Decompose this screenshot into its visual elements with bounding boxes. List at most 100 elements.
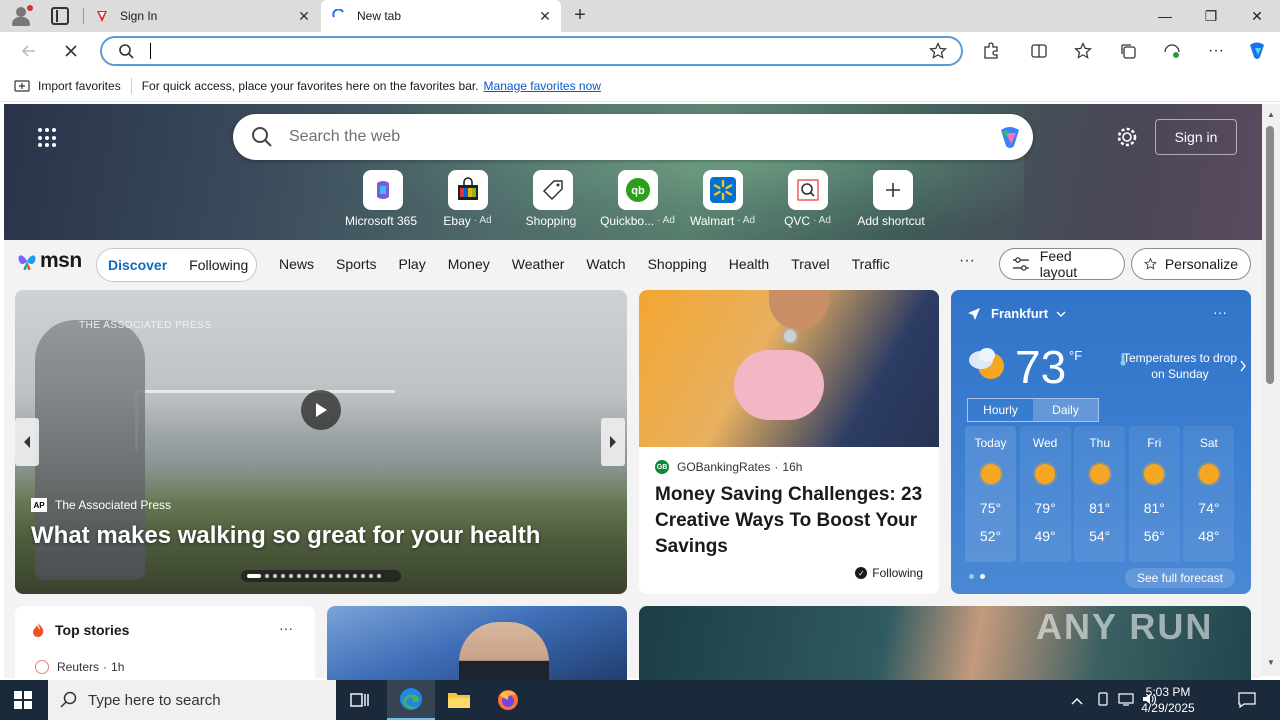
shortcut-shopping[interactable]: Shopping xyxy=(510,170,595,228)
firefox-icon[interactable] xyxy=(484,680,532,720)
nav-sports[interactable]: Sports xyxy=(336,256,376,272)
tab-sign-in[interactable]: Sign In ✕ xyxy=(84,0,320,32)
tray-device-icon[interactable] xyxy=(1096,692,1110,709)
money-story-card[interactable]: GB GOBankingRates · 16h Money Saving Cha… xyxy=(639,290,939,594)
windows-start-icon[interactable] xyxy=(14,691,32,709)
collections-icon[interactable] xyxy=(1117,40,1139,62)
shortcut-ebay[interactable]: Ebay · Ad xyxy=(425,170,510,228)
tray-chevron-up-icon[interactable] xyxy=(1071,692,1083,708)
tab-title: New tab xyxy=(357,9,402,23)
search-icon xyxy=(60,691,77,708)
play-video-icon[interactable] xyxy=(301,390,341,430)
file-explorer-icon[interactable] xyxy=(435,680,483,720)
new-tab-button[interactable]: + xyxy=(570,5,590,26)
forecast-toggle: Hourly Daily xyxy=(967,398,1099,422)
nav-news[interactable]: News xyxy=(279,256,314,272)
close-tab-icon[interactable]: ✕ xyxy=(537,8,553,24)
split-screen-icon[interactable] xyxy=(1028,40,1050,62)
favorite-star-icon[interactable] xyxy=(929,42,947,63)
stop-loading-icon[interactable] xyxy=(60,40,82,62)
nav-traffic[interactable]: Traffic xyxy=(852,256,890,272)
tab-new-tab[interactable]: New tab ✕ xyxy=(321,0,561,32)
nav-more-icon[interactable]: ··· xyxy=(959,252,975,270)
weather-pager[interactable] xyxy=(969,574,991,579)
close-tab-icon[interactable]: ✕ xyxy=(296,8,312,24)
feed-layout-button[interactable]: Feed layout xyxy=(999,248,1125,280)
nav-shopping[interactable]: Shopping xyxy=(648,256,707,272)
close-window-icon[interactable]: ✕ xyxy=(1234,0,1280,32)
app-launcher-icon[interactable] xyxy=(38,128,58,148)
forecast-day[interactable]: Today 75° 52° xyxy=(965,426,1016,562)
profile-icon[interactable] xyxy=(10,5,33,27)
weather-alert[interactable]: Temperatures to drop on Sunday xyxy=(1117,350,1246,382)
weather-card[interactable]: Frankfurt ··· 73 °F Temperatures to drop… xyxy=(951,290,1251,594)
weather-more-icon[interactable]: ··· xyxy=(1213,304,1227,320)
see-full-forecast-link[interactable]: See full forecast xyxy=(1124,568,1235,588)
personalize-button[interactable]: Personalize xyxy=(1131,248,1251,280)
task-view-icon[interactable] xyxy=(336,680,384,720)
tab-hourly[interactable]: Hourly xyxy=(968,399,1033,421)
copilot-icon[interactable] xyxy=(995,122,1025,152)
shortcut-add[interactable]: Add shortcut xyxy=(850,170,935,228)
carousel-prev-icon[interactable] xyxy=(15,418,39,466)
shortcut-quickbooks[interactable]: qb Quickbo... · Ad xyxy=(595,170,680,228)
scrollbar-thumb[interactable] xyxy=(1266,126,1274,384)
sun-icon xyxy=(1035,464,1056,484)
top-stories-more-icon[interactable]: ··· xyxy=(279,620,293,636)
search-icon xyxy=(251,126,273,151)
sign-in-button[interactable]: Sign in xyxy=(1155,119,1237,155)
nav-money[interactable]: Money xyxy=(448,256,490,272)
following-button[interactable]: ✓ Following xyxy=(855,566,923,580)
settings-more-icon[interactable]: ··· xyxy=(1205,40,1227,62)
carousel-pager[interactable] xyxy=(241,570,401,582)
tab-daily[interactable]: Daily xyxy=(1033,399,1098,421)
notifications-icon[interactable] xyxy=(1238,692,1256,711)
forecast-day[interactable]: Thu 81° 54° xyxy=(1074,426,1126,562)
msn-logo[interactable]: msn xyxy=(16,249,82,273)
tab-actions-icon[interactable] xyxy=(51,7,69,25)
scroll-down-icon[interactable]: ▼ xyxy=(1266,658,1276,668)
settings-gear-icon[interactable] xyxy=(1116,126,1138,148)
shortcut-walmart[interactable]: Walmart · Ad xyxy=(680,170,765,228)
nav-health[interactable]: Health xyxy=(729,256,769,272)
hero-story-card[interactable]: THE ASSOCIATED PRESS AP The Associated P… xyxy=(15,290,627,594)
weather-location[interactable]: Frankfurt xyxy=(967,306,1066,321)
page-scrollbar[interactable]: ▲ ▼ xyxy=(1262,104,1280,676)
import-favorites-button[interactable]: Import favorites xyxy=(14,78,121,94)
nav-watch[interactable]: Watch xyxy=(586,256,625,272)
shortcut-microsoft365[interactable]: Microsoft 365 xyxy=(340,170,425,228)
copilot-icon[interactable] xyxy=(1246,40,1268,62)
forecast-day[interactable]: Fri 81° 56° xyxy=(1128,426,1180,562)
nav-play[interactable]: Play xyxy=(398,256,425,272)
web-search-box[interactable]: Search the web xyxy=(233,114,1033,160)
nav-travel[interactable]: Travel xyxy=(791,256,829,272)
feed-layout-label: Feed layout xyxy=(1039,248,1078,280)
category-nav: News Sports Play Money Weather Watch Sho… xyxy=(279,256,912,272)
temperature-unit[interactable]: °F xyxy=(1069,348,1082,363)
tab-discover[interactable]: Discover xyxy=(97,257,178,273)
money-story-title[interactable]: Money Saving Challenges: 23 Creative Way… xyxy=(655,482,935,560)
hero-story-title[interactable]: What makes walking so great for your hea… xyxy=(31,522,540,550)
taskbar-search-box[interactable]: Type here to search xyxy=(48,680,336,720)
minimize-icon[interactable]: — xyxy=(1142,0,1188,32)
forecast-day[interactable]: Sat 74° 48° xyxy=(1183,426,1235,562)
manage-favorites-link[interactable]: Manage favorites now xyxy=(484,79,601,93)
performance-icon[interactable] xyxy=(1161,40,1183,62)
back-icon[interactable] xyxy=(18,40,40,62)
taskbar-clock[interactable]: 5:03 PM 4/29/2025 xyxy=(1126,684,1210,716)
carousel-next-icon[interactable] xyxy=(601,418,625,466)
nav-weather[interactable]: Weather xyxy=(512,256,565,272)
forecast-day[interactable]: Wed 79° 49° xyxy=(1019,426,1071,562)
edge-taskbar-icon[interactable] xyxy=(387,680,435,720)
address-input[interactable] xyxy=(150,41,910,61)
scroll-up-icon[interactable]: ▲ xyxy=(1266,110,1276,120)
restore-icon[interactable]: ❐ xyxy=(1188,0,1234,32)
solar-story-card[interactable] xyxy=(327,606,627,686)
tab-following[interactable]: Following xyxy=(178,257,259,273)
shortcut-qvc[interactable]: QVC · Ad xyxy=(765,170,850,228)
extensions-icon[interactable] xyxy=(980,40,1002,62)
favorites-icon[interactable] xyxy=(1072,40,1094,62)
address-bar[interactable] xyxy=(100,36,963,66)
personalize-label: Personalize xyxy=(1164,256,1238,272)
top-stories-title: Top stories xyxy=(55,622,130,638)
